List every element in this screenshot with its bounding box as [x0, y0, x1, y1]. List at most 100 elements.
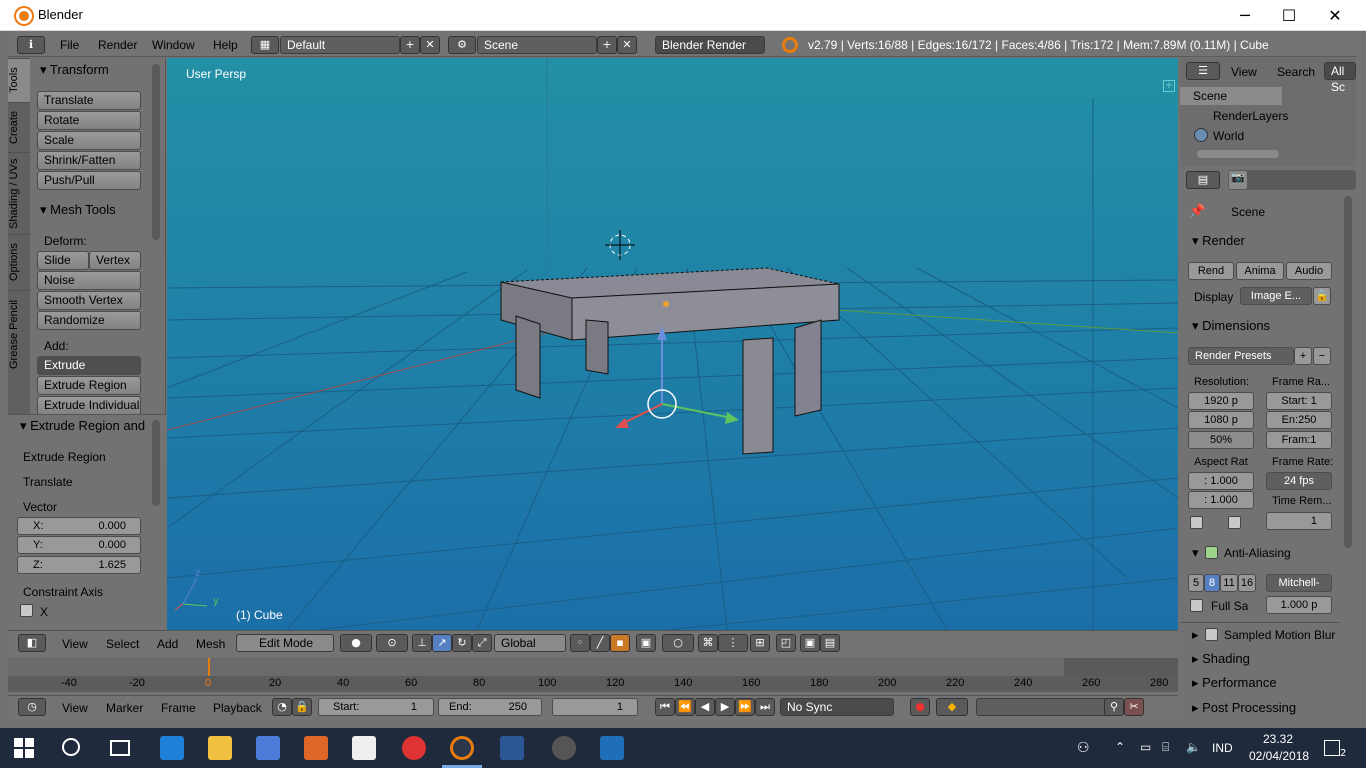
lock-interface-icon[interactable]: 🔒 — [1313, 287, 1331, 305]
vertex-slide-button[interactable]: Vertex — [89, 251, 141, 270]
motion-blur-checkbox[interactable] — [1205, 628, 1218, 641]
timeline-menu-view[interactable]: View — [62, 701, 88, 715]
viewport-properties-toggle-icon[interactable]: + — [1163, 80, 1175, 92]
menu-help[interactable]: Help — [213, 38, 238, 52]
resolution-x-field[interactable]: 1920 p — [1188, 392, 1254, 410]
store-icon[interactable] — [256, 736, 280, 760]
language-indicator[interactable]: IND — [1212, 741, 1233, 755]
aspect-y-field[interactable]: : 1.000 — [1188, 491, 1254, 509]
outliner-display-mode[interactable]: All Sc — [1324, 62, 1356, 94]
aspect-x-field[interactable]: : 1.000 — [1188, 472, 1254, 490]
frame-start-field[interactable]: Start: 1 — [1266, 392, 1332, 410]
remove-preset-icon[interactable]: − — [1313, 347, 1331, 365]
file-explorer-icon[interactable] — [208, 736, 232, 760]
view3d-menu-view[interactable]: View — [62, 637, 88, 651]
tool-shelf-scrollbar[interactable] — [152, 64, 160, 240]
screen-layout-field[interactable]: Default — [280, 36, 400, 54]
proportional-editing-icon[interactable]: ○ — [662, 634, 694, 652]
push-pull-button[interactable]: Push/Pull — [37, 171, 141, 190]
limit-selection-icon[interactable]: ▣ — [636, 634, 656, 652]
outliner-menu-view[interactable]: View — [1231, 65, 1257, 79]
mesh-tools-panel-header[interactable]: ▾ Mesh Tools — [40, 202, 116, 218]
operator-panel-header[interactable]: ▾ Extrude Region and — [20, 418, 145, 434]
render-context-icon[interactable]: 📷 — [1229, 171, 1247, 189]
mail-icon[interactable] — [352, 736, 376, 760]
blender-taskbar-icon[interactable] — [450, 736, 474, 760]
clock-time[interactable]: 23.32 — [1263, 732, 1293, 746]
sync-mode-dropdown[interactable]: No Sync — [780, 698, 894, 716]
tab-create[interactable]: Create — [8, 102, 30, 152]
app-window-icon[interactable] — [600, 736, 624, 760]
clock-date[interactable]: 02/04/2018 — [1249, 749, 1309, 763]
tab-grease-pencil[interactable]: Grease Pencil — [8, 290, 30, 378]
aa-samples-5[interactable]: 5 — [1188, 574, 1204, 592]
render-image-icon[interactable]: ▣ — [800, 634, 820, 652]
preview-range-icon[interactable]: ◔ — [272, 698, 292, 716]
face-select-icon[interactable]: ▪ — [610, 634, 630, 652]
word-icon[interactable] — [500, 736, 524, 760]
keying-set-field[interactable] — [976, 698, 1116, 716]
search-icon[interactable] — [62, 738, 80, 756]
resolution-percentage-field[interactable]: 50% — [1188, 431, 1254, 449]
tray-expand-icon[interactable]: ⌃ — [1115, 740, 1125, 754]
vector-y-field[interactable]: Y: 0.000 — [17, 536, 141, 554]
menu-window[interactable]: Window — [152, 38, 195, 52]
start-button-icon[interactable] — [14, 738, 34, 758]
aa-samples-8[interactable]: 8 — [1204, 574, 1220, 592]
viewport-shading-icon[interactable]: ● — [340, 634, 372, 652]
keying-set-icon[interactable]: ◆ — [936, 698, 968, 716]
remove-screen-icon[interactable]: ✕ — [420, 36, 440, 54]
resolution-y-field[interactable]: 1080 p — [1188, 411, 1254, 429]
dimensions-panel-header[interactable]: ▾ Dimensions — [1192, 318, 1270, 334]
edge-browser-icon[interactable] — [160, 736, 184, 760]
time-remap-field[interactable]: 1 — [1266, 512, 1332, 530]
lock-time-cursor-icon[interactable]: 🔒 — [292, 698, 312, 716]
start-frame-field[interactable]: Start: 1 — [318, 698, 434, 716]
xampp-icon[interactable] — [304, 736, 328, 760]
jump-next-keyframe-icon[interactable]: ⏩ — [735, 698, 755, 716]
task-view-icon[interactable] — [110, 740, 130, 756]
properties-context-tabs[interactable] — [1228, 170, 1356, 190]
opengl-render-icon[interactable]: ◰ — [776, 634, 796, 652]
volume-icon[interactable]: 🔈 — [1186, 740, 1201, 754]
performance-panel-header[interactable]: ▸ Performance — [1192, 675, 1277, 691]
current-frame-field[interactable]: 1 — [552, 698, 638, 716]
scale-manipulator-icon[interactable]: ⤢ — [472, 634, 492, 652]
render-animation-button[interactable]: Anima — [1236, 262, 1284, 280]
translate-manipulator-icon[interactable]: ↗ — [432, 634, 452, 652]
render-panel-header[interactable]: ▾ Render — [1192, 233, 1245, 249]
tab-tools[interactable]: Tools — [8, 58, 30, 102]
timeline-ruler[interactable] — [8, 676, 1178, 692]
aa-samples-16[interactable]: 16 — [1238, 574, 1256, 592]
record-keyframe-icon[interactable]: ● — [910, 698, 930, 716]
display-mode-dropdown[interactable]: Image E... — [1240, 287, 1312, 305]
delete-keyframe-icon[interactable]: ✂ — [1124, 698, 1144, 716]
extrude-individual-button[interactable]: Extrude Individual — [37, 396, 141, 415]
vector-z-field[interactable]: Z: 1.625 — [17, 556, 141, 574]
motion-blur-panel-header[interactable]: ▸ — [1192, 627, 1199, 643]
filter-size-field[interactable]: 1.000 p — [1266, 596, 1332, 614]
end-frame-field[interactable]: End: 250 — [438, 698, 542, 716]
pivot-point-icon[interactable]: ⊙ — [376, 634, 408, 652]
network-icon[interactable]: ⌸ — [1162, 740, 1169, 755]
pin-icon[interactable]: 📌 — [1189, 204, 1205, 219]
outliner-menu-search[interactable]: Search — [1277, 65, 1315, 79]
extrude-region-button[interactable]: Extrude Region — [37, 376, 141, 395]
extrude-dropdown[interactable]: Extrude — [37, 356, 141, 375]
view3d-menu-select[interactable]: Select — [106, 637, 139, 651]
render-engine-dropdown[interactable]: Blender Render — [655, 36, 765, 54]
post-processing-panel-header[interactable]: ▸ Post Processing — [1192, 700, 1296, 716]
smooth-vertex-button[interactable]: Smooth Vertex — [37, 291, 141, 310]
operator-scrollbar[interactable] — [152, 420, 160, 506]
crop-checkbox[interactable] — [1228, 516, 1241, 529]
translate-button[interactable]: Translate — [37, 91, 141, 110]
jump-end-icon[interactable]: ⏭ — [755, 698, 775, 716]
snap-target-icon[interactable]: ⊞ — [750, 634, 770, 652]
properties-scrollbar[interactable] — [1344, 196, 1352, 548]
view3d-menu-mesh[interactable]: Mesh — [196, 637, 225, 651]
transform-panel-header[interactable]: ▾ Transform — [40, 62, 109, 78]
frame-rate-dropdown[interactable]: 24 fps — [1266, 472, 1332, 490]
timeline-menu-playback[interactable]: Playback — [213, 701, 262, 715]
snap-element-icon[interactable]: ⋮ — [718, 634, 748, 652]
scene-icon[interactable]: ⚙ — [448, 36, 476, 54]
